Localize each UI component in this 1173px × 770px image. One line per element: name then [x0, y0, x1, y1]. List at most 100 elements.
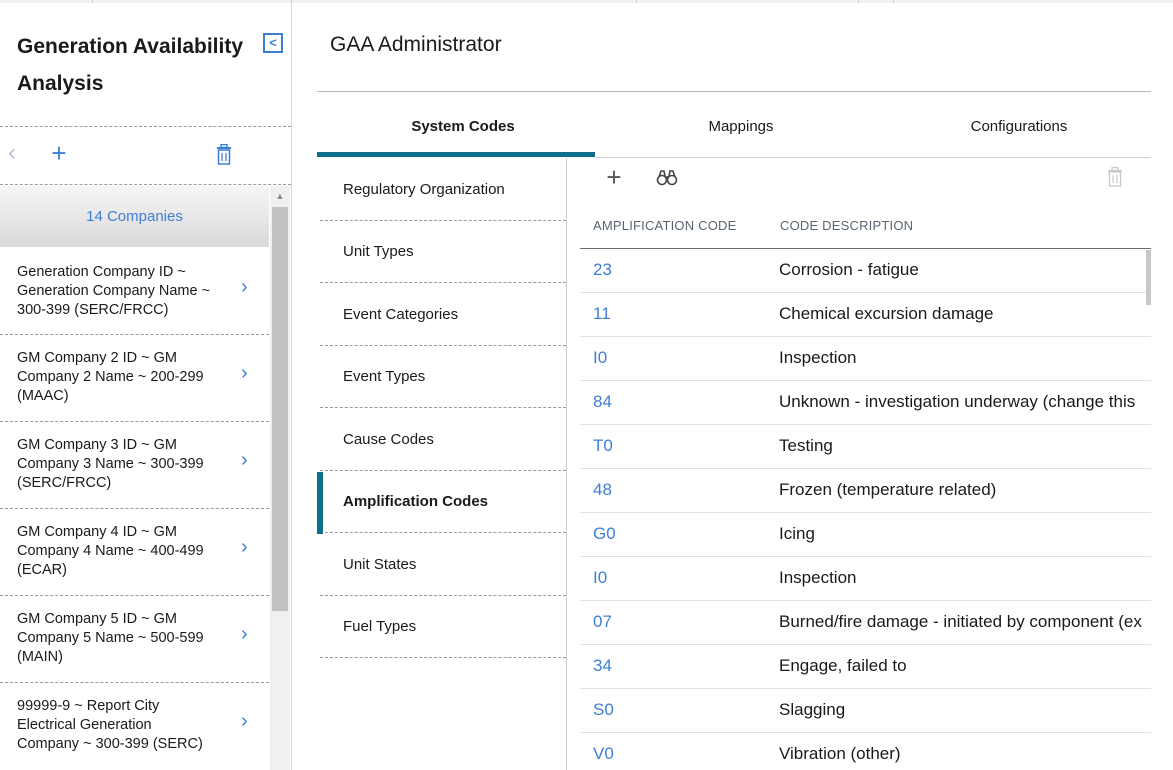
divider [0, 126, 291, 127]
list-scrollbar-thumb[interactable] [272, 207, 288, 611]
company-line: Generation Company Name ~ [17, 283, 211, 299]
company-line: 99999-9 ~ Report City [17, 698, 160, 714]
description-cell: Corrosion - fatigue [779, 260, 919, 279]
description-cell: Slagging [779, 700, 846, 719]
company-line: GM Company 3 ID ~ GM [17, 437, 177, 453]
tab-baseline [595, 157, 1151, 158]
tab-configurations[interactable]: Configurations [880, 118, 1158, 135]
company-list-item[interactable]: Generation Company ID ~ Generation Compa… [0, 248, 269, 335]
company-list-item[interactable]: GM Company 4 ID ~ GM Company 4 Name ~ 40… [0, 509, 269, 596]
table-row[interactable]: I0 Inspection [580, 557, 1151, 601]
active-subnav-indicator [317, 472, 323, 534]
company-line: (ECAR) [17, 562, 67, 578]
tab-system-codes[interactable]: System Codes [324, 118, 602, 135]
binoculars-search-icon[interactable] [656, 168, 678, 188]
column-header-code[interactable]: AMPLIFICATION CODE [593, 218, 736, 233]
company-line: GM Company 5 ID ~ GM [17, 611, 177, 627]
company-list-item[interactable]: GM Company 5 ID ~ GM Company 5 Name ~ 50… [0, 596, 269, 683]
code-cell[interactable]: S0 [593, 700, 614, 720]
subnav-divider [566, 158, 567, 770]
company-line: Electrical Generation [17, 717, 152, 733]
chevron-right-icon: › [241, 449, 248, 471]
delete-code-icon[interactable] [1106, 166, 1124, 187]
delete-company-icon[interactable] [214, 143, 234, 166]
active-tab-indicator [317, 152, 595, 157]
code-cell[interactable]: I0 [593, 568, 607, 588]
subnav-label: Cause Codes [343, 431, 434, 448]
subnav-unit-states[interactable]: Unit States [320, 534, 566, 596]
code-cell[interactable]: 84 [593, 392, 612, 412]
company-line: (SERC/FRCC) [17, 475, 112, 491]
code-cell[interactable]: 48 [593, 480, 612, 500]
app-title: Generation Availability Analysis [17, 35, 244, 95]
chevron-right-icon: › [241, 362, 248, 384]
table-row[interactable]: 11 Chemical excursion damage [580, 293, 1151, 337]
add-code-icon[interactable]: + [603, 164, 625, 190]
description-cell: Icing [779, 524, 815, 543]
strip-divider [893, 0, 894, 3]
company-list-item[interactable]: 99999-9 ~ Report City Electrical Generat… [0, 683, 269, 770]
table-row[interactable]: 48 Frozen (temperature related) [580, 469, 1151, 513]
collapse-left-icon[interactable]: < [263, 33, 283, 53]
table-row[interactable]: 34 Engage, failed to [580, 645, 1151, 689]
code-cell[interactable]: V0 [593, 744, 614, 764]
table-row[interactable]: 84 Unknown - investigation underway (cha… [580, 381, 1151, 425]
strip-divider [636, 0, 637, 3]
chevron-right-icon: › [241, 276, 248, 298]
code-cell[interactable]: 34 [593, 656, 612, 676]
add-company-icon[interactable]: + [49, 140, 69, 166]
code-cell[interactable]: 07 [593, 612, 612, 632]
table-row[interactable]: I0 Inspection [580, 337, 1151, 381]
company-line: (MAIN) [17, 649, 63, 665]
chevron-right-icon: › [241, 623, 248, 645]
company-line: 300-399 (SERC/FRCC) [17, 302, 169, 318]
subnav-fuel-types[interactable]: Fuel Types [320, 596, 566, 658]
code-cell[interactable]: G0 [593, 524, 616, 544]
scroll-up-arrow-icon[interactable]: ▲ [270, 190, 290, 202]
table-row[interactable]: V0 Vibration (other) [580, 733, 1151, 770]
chevron-right-icon: › [241, 536, 248, 558]
subnav-label: Regulatory Organization [343, 181, 505, 198]
page-title: GAA Administrator [330, 33, 502, 56]
table-row[interactable]: T0 Testing [580, 425, 1151, 469]
subnav-event-types[interactable]: Event Types [320, 346, 566, 408]
company-list-item[interactable]: GM Company 3 ID ~ GM Company 3 Name ~ 30… [0, 422, 269, 509]
company-line: Generation Company ID ~ [17, 264, 186, 280]
column-header-description[interactable]: CODE DESCRIPTION [780, 218, 913, 233]
subnav-label: Unit States [343, 556, 417, 573]
subnav-label: Amplification Codes [343, 493, 489, 510]
table-row[interactable]: 07 Burned/fire damage - initiated by com… [580, 601, 1151, 645]
subnav-event-categories[interactable]: Event Categories [320, 284, 566, 346]
company-line: (MAAC) [17, 388, 69, 404]
subnav-unit-types[interactable]: Unit Types [320, 221, 566, 283]
table-row[interactable]: S0 Slagging [580, 689, 1151, 733]
code-cell[interactable]: T0 [593, 436, 613, 456]
company-line: Company 5 Name ~ 500-599 [17, 630, 204, 646]
code-cell[interactable]: 23 [593, 260, 612, 280]
strip-divider [858, 0, 859, 3]
subnav-regulatory-organization[interactable]: Regulatory Organization [320, 159, 566, 221]
company-line: GM Company 4 ID ~ GM [17, 524, 177, 540]
back-icon[interactable]: ‹ [8, 141, 22, 165]
grid-scrollbar-thumb[interactable] [1146, 250, 1151, 305]
company-line: Company 4 Name ~ 400-499 [17, 543, 204, 559]
subnav-cause-codes[interactable]: Cause Codes [320, 409, 566, 471]
code-cell[interactable]: I0 [593, 348, 607, 368]
chevron-right-icon: › [241, 710, 248, 732]
tab-mappings[interactable]: Mappings [602, 118, 880, 135]
subnav-label: Unit Types [343, 243, 414, 260]
code-cell[interactable]: 11 [593, 304, 611, 324]
description-cell: Testing [779, 436, 833, 455]
company-line: Company 3 Name ~ 300-399 [17, 456, 204, 472]
divider [0, 184, 291, 185]
table-row[interactable]: 23 Corrosion - fatigue [580, 249, 1151, 293]
description-cell: Inspection [779, 348, 857, 367]
subnav-amplification-codes[interactable]: Amplification Codes [320, 471, 566, 533]
company-list-item[interactable]: GM Company 2 ID ~ GM Company 2 Name ~ 20… [0, 335, 269, 422]
description-cell: Engage, failed to [779, 656, 907, 675]
description-cell: Inspection [779, 568, 857, 587]
title-divider [317, 91, 1151, 92]
table-row[interactable]: G0 Icing [580, 513, 1151, 557]
description-cell: Unknown - investigation underway (change… [779, 392, 1136, 411]
description-cell: Vibration (other) [779, 744, 901, 763]
